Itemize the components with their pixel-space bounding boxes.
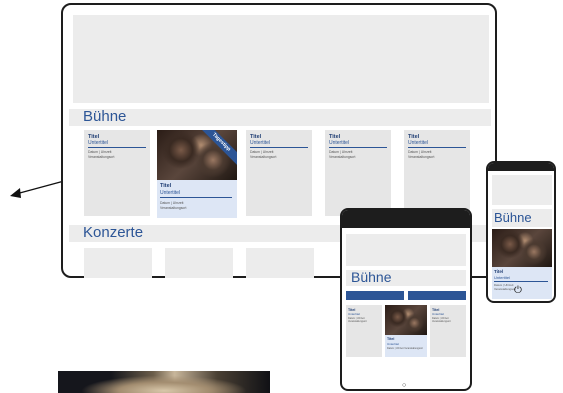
card-venue: Veranstaltungsort <box>494 287 516 291</box>
card-title: Titel <box>160 183 172 189</box>
section-bar-buehne: Bühne <box>69 108 491 126</box>
card-subtitle: Untertitel <box>348 312 361 316</box>
phone-frame: Bühne Titel Untertitel Datum | Uhrzeit V… <box>486 161 556 303</box>
phone-top-bar <box>488 163 554 171</box>
card-venue: Veranstaltungsort <box>329 155 356 159</box>
card-subtitle: Untertitel <box>408 140 429 146</box>
event-card[interactable]: Titel Untertitel Datum | Uhrzeit Veranst… <box>246 130 312 216</box>
tablet-frame: Bühne Titel Untertitel Datum | Uhrzeit V… <box>340 208 472 391</box>
section-title-buehne: Bühne <box>83 108 127 125</box>
konzerte-card[interactable] <box>165 248 233 278</box>
event-card[interactable]: Titel Untertitel Datum | Uhrzeit Veranst… <box>84 130 150 216</box>
card-date: Datum | Uhrzeit <box>329 150 353 154</box>
featured-card[interactable]: Titel Untertitel Datum | Uhrzeit Veranst… <box>385 305 427 357</box>
featured-card[interactable]: Tagestipp Titel Untertitel Datum | Uhrze… <box>157 130 237 218</box>
card-subtitle: Untertitel <box>329 140 350 146</box>
phone-section-title: Bühne <box>494 210 532 225</box>
card-title: Titel <box>494 269 504 274</box>
tagestipp-ribbon: Tagestipp <box>196 130 237 167</box>
card-date: Datum | Uhrzeit <box>250 150 274 154</box>
card-meta: Datum | Uhrzeit Veranstaltungsort <box>348 317 367 323</box>
card-venue: Veranstaltungsort <box>408 155 435 159</box>
concert-image: Tagestipp <box>157 130 237 180</box>
card-date: Datum | Uhrzeit <box>88 150 112 154</box>
phone-hero <box>492 175 552 205</box>
hero-banner <box>73 15 489 103</box>
card-meta: Datum | Uhrzeit Veranstaltungsort <box>432 317 451 323</box>
featured-info: Titel Untertitel Datum | Uhrzeit Veranst… <box>385 335 427 357</box>
card-venue: Veranstaltungsort <box>250 155 277 159</box>
konzerte-card[interactable] <box>246 248 314 278</box>
card-date: Datum | Uhrzeit <box>160 201 184 205</box>
featured-info: Titel Untertitel Datum | Uhrzeit Veranst… <box>157 180 237 218</box>
konzerte-card[interactable] <box>84 248 152 278</box>
tablet-section-title: Bühne <box>351 269 392 285</box>
card-meta: Datum | Uhrzeit Veranstaltungsort <box>387 347 423 350</box>
card-subtitle: Untertitel <box>387 342 400 346</box>
bottom-photo <box>58 371 270 393</box>
card-subtitle: Untertitel <box>494 275 511 280</box>
card-title: Titel <box>387 337 395 341</box>
phone-featured-info[interactable]: Titel Untertitel Datum | Uhrzeit Veranst… <box>492 267 552 299</box>
power-icon[interactable]: ⏻ <box>514 286 522 296</box>
home-button[interactable]: ○ <box>402 382 410 389</box>
concert-image <box>385 305 427 335</box>
phone-section-bar: Bühne <box>492 209 552 227</box>
card-subtitle: Untertitel <box>250 140 271 146</box>
tablet-section-bar: Bühne <box>346 269 466 286</box>
card-subtitle: Untertitel <box>88 140 109 146</box>
card-date: Datum | Uhrzeit <box>408 150 432 154</box>
tablet-tab[interactable] <box>408 291 466 300</box>
event-card[interactable]: Titel Untertitel Datum | Uhrzeit Veranst… <box>430 305 466 357</box>
event-card[interactable]: Titel Untertitel Datum | Uhrzeit Veranst… <box>325 130 391 216</box>
card-subtitle: Untertitel <box>432 312 445 316</box>
card-subtitle: Untertitel <box>160 190 181 196</box>
section-title-konzerte: Konzerte <box>83 224 144 241</box>
card-venue: Veranstaltungsort <box>160 206 187 210</box>
tablet-tab[interactable] <box>346 291 404 300</box>
concert-image <box>492 229 552 267</box>
tablet-top-bar <box>342 210 470 228</box>
card-venue: Veranstaltungsort <box>88 155 115 159</box>
event-card[interactable]: Titel Untertitel Datum | Uhrzeit Veranst… <box>404 130 470 216</box>
tablet-hero <box>346 234 466 266</box>
event-card[interactable]: Titel Untertitel Datum | Uhrzeit Veranst… <box>346 305 382 357</box>
